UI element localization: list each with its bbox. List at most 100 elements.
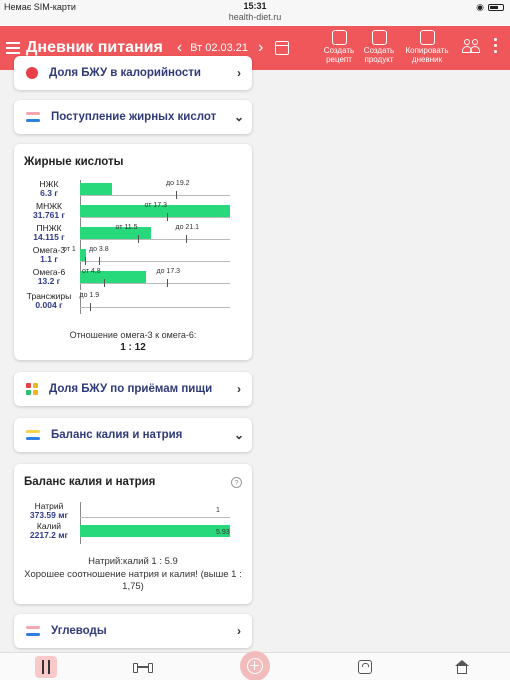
range-tick	[99, 257, 100, 265]
accordion-bju-meals[interactable]: Доля БЖУ по приёмам пищи ›	[14, 372, 252, 406]
fatty-row: Трансжиры 0.004 г до 1.9	[22, 292, 244, 314]
add-button[interactable]	[240, 651, 270, 680]
baseline	[80, 261, 230, 262]
baseline	[80, 195, 230, 196]
create-recipe-button[interactable]: Создать рецепт	[320, 30, 358, 64]
menu-icon[interactable]	[6, 39, 20, 57]
dumbbell-icon	[133, 663, 153, 673]
range-to-label: до 19.2	[166, 180, 190, 187]
current-date[interactable]: Вт 02.03.21	[190, 42, 248, 54]
app-title: Дневник питания	[26, 39, 163, 56]
help-icon[interactable]: ?	[231, 477, 242, 488]
status-icons: ◉	[476, 2, 504, 13]
recipe-icon	[331, 30, 347, 45]
fatty-acids-panel: Жирные кислоты НЖК 6.3 г до 19.2 МНЖК 31.761…	[14, 144, 252, 360]
url-label: health-diet.ru	[228, 12, 282, 22]
bars-icon	[26, 430, 40, 440]
potassium-row: Калий 2217.2 мг 5.93	[22, 522, 244, 544]
range-from-label: от 11.5	[115, 224, 138, 231]
bars-icon	[26, 626, 40, 636]
calendar-icon[interactable]	[275, 41, 290, 55]
bar-value: 14.115 г	[33, 232, 65, 242]
range-to-label: до 1.9	[79, 292, 100, 299]
baseline	[80, 283, 230, 284]
product-icon	[371, 30, 387, 45]
chevron-down-icon: ⌄	[233, 428, 245, 442]
grid-icon	[26, 383, 38, 395]
fatty-bar	[80, 183, 112, 195]
range-tick	[166, 213, 168, 221]
range-tick	[137, 235, 139, 243]
kn-note: Хорошее соотношение натрия и калия! (выш…	[24, 569, 242, 592]
kn-ratio: Натрий:калий 1 : 5.9	[88, 556, 178, 567]
baseline	[80, 517, 230, 518]
clock: 15:31	[243, 1, 267, 11]
tab-diary[interactable]	[35, 656, 57, 678]
tab-workouts[interactable]	[131, 656, 153, 678]
sodium-scale: 1	[216, 507, 220, 514]
range-tick	[176, 191, 177, 199]
range-tick	[85, 257, 86, 265]
more-icon[interactable]	[494, 38, 497, 56]
create-recipe-label: Создать рецепт	[323, 46, 355, 64]
fatty-row: ПНЖК 14.115 г от 11.5 до 21.1	[22, 224, 244, 246]
chevron-right-icon: ›	[237, 382, 241, 396]
fatty-row: МНЖК 31.761 г от 17.3	[22, 202, 244, 224]
copy-diary-label: Копировать дневник	[405, 46, 449, 64]
accordion-label: Доля БЖУ по приёмам пищи	[49, 383, 213, 395]
range-to-label: до 3.8	[89, 246, 109, 253]
next-day-icon[interactable]: ›	[258, 39, 263, 57]
axis-line	[80, 502, 81, 524]
bar-value: 0.004 г	[35, 300, 63, 310]
panel-title: Жирные кислоты	[24, 156, 124, 168]
copy-icon	[419, 30, 435, 45]
create-product-button[interactable]: Создать продукт	[360, 30, 398, 64]
range-to-label: до 21.1	[175, 224, 200, 231]
pie-icon	[26, 67, 38, 79]
omega-ratio-label: Отношение омега-3 к омега-6:	[69, 330, 197, 340]
bar-value: 6.3 г	[40, 188, 58, 198]
bar-value: 2217.2 мг	[29, 530, 69, 540]
accordion-fatty-intake[interactable]: Поступление жирных кислот ⌄	[14, 100, 252, 134]
bars-icon	[26, 112, 40, 122]
accordion-label: Доля БЖУ в калорийности	[49, 67, 201, 79]
range-from-label: от 17.3	[144, 202, 168, 209]
potassium-bar	[80, 525, 230, 537]
fatty-row: Омега-3 1.1 г от 1 до 3.8	[22, 246, 244, 268]
range-tick	[185, 235, 187, 243]
range-tick	[104, 279, 105, 287]
create-product-label: Создать продукт	[363, 46, 395, 64]
potassium-scale: 5.93	[216, 529, 230, 536]
plus-icon	[247, 658, 263, 674]
panel-title: Баланс калия и натрия	[24, 476, 156, 488]
baseline	[80, 217, 230, 218]
chevron-right-icon: ›	[237, 66, 241, 80]
accordion-carbs[interactable]: Углеводы ›	[14, 614, 252, 648]
prev-day-icon[interactable]: ‹	[177, 39, 182, 57]
range-tick	[166, 279, 168, 287]
range-to-label: до 17.3	[156, 268, 181, 275]
users-icon[interactable]	[462, 39, 480, 53]
fatty-row: НЖК 6.3 г до 19.2	[22, 180, 244, 202]
accordion-label: Углеводы	[51, 625, 107, 637]
kn-panel: Баланс калия и натрия ? Натрий 373.59 мг …	[14, 464, 252, 604]
chevron-down-icon: ⌄	[233, 110, 245, 124]
bar-value: 373.59 мг	[29, 510, 69, 520]
range-from-label: от 4.8	[82, 268, 101, 275]
copy-diary-button[interactable]: Копировать дневник	[400, 30, 454, 64]
battery-icon	[488, 4, 504, 11]
accordion-kn-balance[interactable]: Баланс калия и натрия ⌄	[14, 418, 252, 452]
fatty-row: Омега-6 13.2 г от 4.8 до 17.3	[22, 268, 244, 290]
tab-bar	[0, 651, 510, 680]
accordion-bju-calories[interactable]: Доля БЖУ в калорийности ›	[14, 56, 252, 90]
range-tick	[89, 303, 91, 311]
tab-home[interactable]	[451, 656, 473, 678]
baseline	[80, 239, 230, 240]
bar-value: 31.761 г	[33, 210, 65, 220]
scale-icon	[358, 660, 372, 674]
omega-ratio: Отношение омега-3 к омега-6: 1 : 12	[14, 330, 252, 353]
chevron-right-icon: ›	[237, 624, 241, 638]
range-from-label: от 1	[63, 246, 76, 253]
tab-weight[interactable]	[354, 656, 376, 678]
status-bar: Немає SIM-карти 15:31 health-diet.ru ◉	[0, 0, 510, 26]
